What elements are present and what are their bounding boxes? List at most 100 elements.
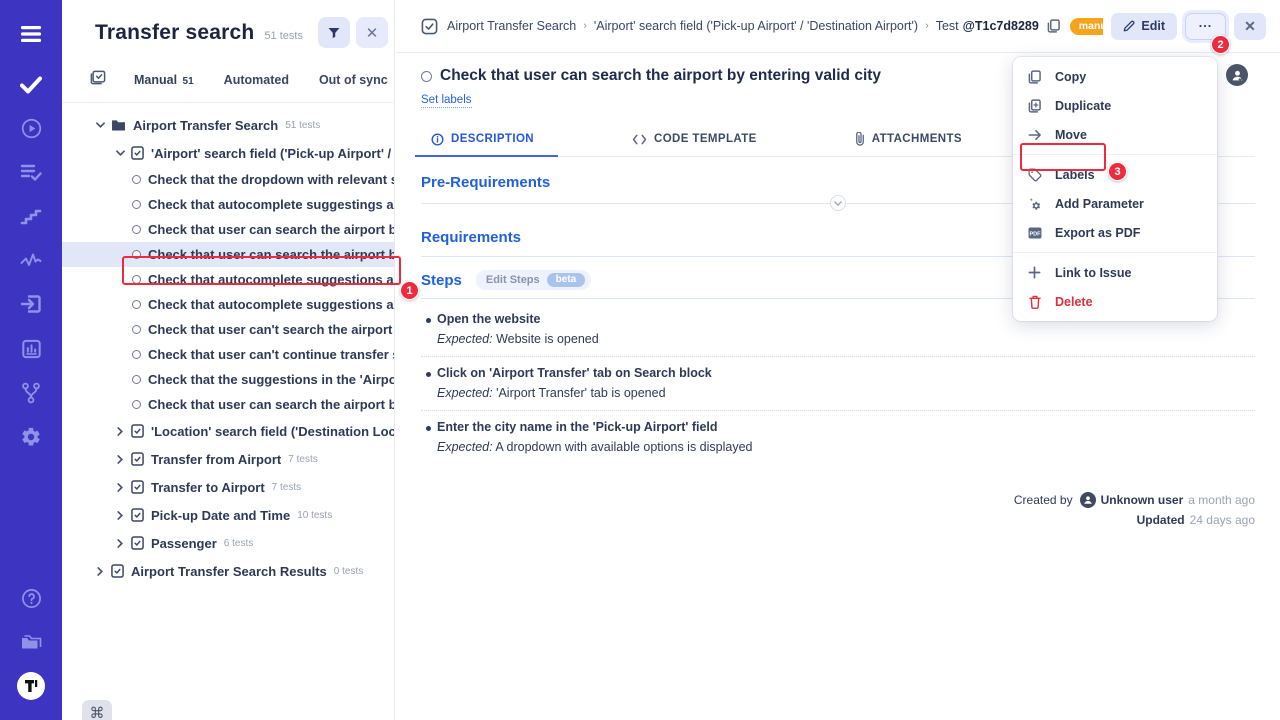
tree-item-label: Airport Transfer Search [133,118,278,133]
menu-item-add-parameter[interactable]: Add Parameter [1013,189,1217,218]
collapse-toggle-icon[interactable] [830,195,846,211]
copy-id-icon[interactable] [1047,19,1060,33]
menu-item-duplicate[interactable]: Duplicate [1013,91,1217,120]
more-actions-button[interactable]: ... [1185,13,1226,40]
menu-divider [1013,252,1217,253]
step-item[interactable]: Click on 'Airport Transfer' tab on Searc… [421,356,1255,410]
meta-info: Created by Unknown user a month ago Upda… [421,492,1255,532]
tree-test[interactable]: Check that the dropdown with relevant su… [62,167,394,192]
tree-suite-location-search-field[interactable]: 'Location' search field ('Destination Lo… [62,417,394,445]
test-status-icon [132,275,141,284]
plus-icon [1027,266,1042,279]
keyboard-shortcut-button[interactable]: ⌘ [82,700,112,720]
step-item[interactable]: Enter the city name in the 'Pick-up Airp… [421,410,1255,464]
chevron-right-icon[interactable] [115,426,125,436]
tree-suite-transfer-to-airport[interactable]: Transfer to Airport 7 tests [62,473,394,501]
menu-item-link-to-issue[interactable]: Link to Issue [1013,258,1217,287]
tab-out-of-sync[interactable]: Out of sync [319,73,388,87]
tree-test[interactable]: Check that user can't search the airport… [62,317,394,342]
tab-description[interactable]: DESCRIPTION [421,125,544,156]
chevron-down-icon[interactable] [95,120,105,130]
close-detail-button[interactable]: ✕ [1234,13,1266,40]
edit-button[interactable]: Edit [1111,13,1177,40]
suites-panel-header: Transfer search 51 tests ✕ [62,0,394,58]
breadcrumb-suite[interactable]: Airport Transfer Search [447,19,576,33]
tab-code-template[interactable]: CODE TEMPLATE [622,125,767,155]
tab-manual[interactable]: Manual 51 [134,73,194,87]
chevron-right-icon[interactable] [115,454,125,464]
chevron-right-icon[interactable] [115,482,125,492]
steps-stairs-icon[interactable] [0,205,62,229]
tree-item-count: 10 tests [297,510,332,521]
tree-test[interactable]: Check that the suggestions in the 'Airpo… [62,367,394,392]
tree-item-count: 7 tests [288,454,317,465]
tab-attachments[interactable]: ATTACHMENTS [845,124,972,156]
select-all-icon[interactable] [90,70,106,90]
tree-test[interactable]: Check that user can't continue transfer … [62,342,394,367]
test-doc-icon [421,18,438,35]
chevron-right-icon[interactable] [115,538,125,548]
created-by-row: Created by Unknown user a month ago [1014,492,1255,508]
test-detail-header: Airport Transfer Search › 'Airport' sear… [396,0,1280,53]
tree-item-count: 7 tests [272,482,301,493]
tree-item-label: Check that user can't continue transfer … [148,347,394,362]
tree-item-label: Check that user can search the airport b… [148,397,394,412]
menu-item-copy[interactable]: Copy [1013,62,1217,91]
suite-doc-icon [131,452,144,466]
chevron-down-icon[interactable] [115,148,125,158]
test-status-icon [132,225,141,234]
paperclip-icon [855,132,865,146]
step-expected: Expected: Website is opened [437,332,1255,346]
help-icon[interactable] [0,586,62,610]
panel-test-count: 51 tests [264,30,303,42]
panel-close-button[interactable]: ✕ [356,17,388,48]
tree-suite-pickup-date-time[interactable]: Pick-up Date and Time 10 tests [62,501,394,529]
header-actions: Edit ... ✕ [1103,13,1266,40]
tree-test[interactable]: Check that user can search the airport b… [62,217,394,242]
filter-button[interactable] [318,17,350,48]
test-plans-icon[interactable] [0,160,62,184]
chevron-right-icon[interactable] [115,510,125,520]
app-logo[interactable] [17,672,45,700]
set-labels-link[interactable]: Set labels [421,94,472,108]
settings-gear-icon[interactable] [0,425,62,449]
tree-folder-airport-transfer-search[interactable]: Airport Transfer Search 51 tests [62,111,394,139]
tree-test-selected[interactable]: Check that user can search the airport b… [62,242,394,267]
breadcrumb-separator: › [583,20,587,32]
tree-suite-airport-search-field[interactable]: 'Airport' search field ('Pick-up Airport… [62,139,394,167]
projects-folder-icon[interactable] [0,630,62,654]
test-status-icon [132,350,141,359]
chevron-right-icon[interactable] [95,566,105,576]
filter-funnel-icon [327,26,341,40]
menu-item-labels[interactable]: Labels [1013,160,1217,189]
branches-icon[interactable] [0,381,62,405]
reports-chart-icon[interactable] [0,337,62,361]
test-id[interactable]: @T1c7d8289 [963,19,1039,33]
tree-test[interactable]: Check that autocomplete suggestings are … [62,192,394,217]
tree-test[interactable]: Check that autocomplete suggestions are … [62,267,394,292]
tree-item-label: Check that the dropdown with relevant su… [148,172,394,187]
steps-list: Open the website Expected: Website is op… [421,303,1255,464]
tree-suite-transfer-from-airport[interactable]: Transfer from Airport 7 tests [62,445,394,473]
tree-test[interactable]: Check that user can search the airport b… [62,392,394,417]
import-icon[interactable] [0,292,62,316]
tree-suite-search-results[interactable]: Airport Transfer Search Results 0 tests [62,557,394,585]
menu-divider [1013,154,1217,155]
menu-item-export-pdf[interactable]: PDF Export as PDF [1013,218,1217,247]
pulse-analytics-icon[interactable] [0,248,62,272]
run-play-icon[interactable] [0,116,62,140]
tests-check-icon[interactable] [0,73,62,97]
menu-icon[interactable] [0,22,62,46]
assignee-avatar-icon[interactable] [1226,64,1248,86]
test-status-icon [132,400,141,409]
test-status-icon [132,200,141,209]
breadcrumb-subsuite[interactable]: 'Airport' search field ('Pick-up Airport… [594,19,918,33]
menu-item-move[interactable]: Move [1013,120,1217,149]
user-avatar-icon [1080,492,1096,508]
tree-suite-passenger[interactable]: Passenger 6 tests [62,529,394,557]
menu-item-delete[interactable]: Delete [1013,287,1217,316]
copy-icon [1027,70,1042,84]
edit-steps-button[interactable]: Edit Steps beta [476,270,591,290]
tab-automated[interactable]: Automated [224,73,289,87]
tree-test[interactable]: Check that autocomplete suggestions are … [62,292,394,317]
